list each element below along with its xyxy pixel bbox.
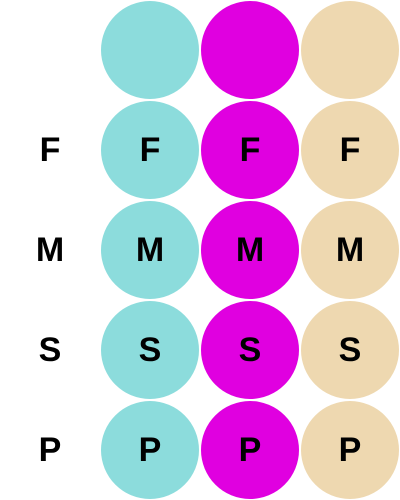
letter-circle: F bbox=[201, 101, 299, 199]
corner-blank bbox=[0, 0, 100, 100]
grid-cell: P bbox=[300, 400, 400, 500]
circle-letter: P bbox=[238, 431, 262, 469]
header-swatch-cell bbox=[100, 0, 200, 100]
letter-circle: S bbox=[101, 301, 199, 399]
row-label: M bbox=[35, 231, 65, 269]
letter-circle: S bbox=[201, 301, 299, 399]
grid-cell: F bbox=[200, 100, 300, 200]
grid-cell: F bbox=[100, 100, 200, 200]
circle-letter: P bbox=[338, 431, 362, 469]
row-label: F bbox=[39, 131, 61, 169]
grid-cell: P bbox=[100, 400, 200, 500]
row-label-cell: F bbox=[0, 100, 100, 200]
color-swatch-magenta bbox=[201, 1, 299, 99]
circle-letter: M bbox=[235, 231, 265, 269]
grid-cell: S bbox=[200, 300, 300, 400]
header-swatch-cell bbox=[300, 0, 400, 100]
circle-letter: P bbox=[138, 431, 162, 469]
grid-cell: P bbox=[200, 400, 300, 500]
row-label: P bbox=[38, 431, 62, 469]
grid-cell: M bbox=[300, 200, 400, 300]
row-label-cell: S bbox=[0, 300, 100, 400]
letter-circle: P bbox=[101, 401, 199, 499]
row-label-cell: M bbox=[0, 200, 100, 300]
letter-circle: P bbox=[301, 401, 399, 499]
letter-circle: P bbox=[201, 401, 299, 499]
color-swatch-teal bbox=[101, 1, 199, 99]
circle-letter: M bbox=[335, 231, 365, 269]
circle-letter: S bbox=[338, 331, 362, 369]
header-swatch-cell bbox=[200, 0, 300, 100]
circle-letter: F bbox=[339, 131, 361, 169]
row-label-cell: P bbox=[0, 400, 100, 500]
color-swatch-tan bbox=[301, 1, 399, 99]
grid-cell: S bbox=[300, 300, 400, 400]
grid-cell: M bbox=[100, 200, 200, 300]
letter-circle: S bbox=[301, 301, 399, 399]
circle-letter: F bbox=[239, 131, 261, 169]
circle-letter: S bbox=[138, 331, 162, 369]
grid-cell: S bbox=[100, 300, 200, 400]
letter-circle: M bbox=[301, 201, 399, 299]
row-label: S bbox=[38, 331, 62, 369]
circle-letter: S bbox=[238, 331, 262, 369]
grid-cell: F bbox=[300, 100, 400, 200]
letter-circle: M bbox=[201, 201, 299, 299]
circle-letter: F bbox=[139, 131, 161, 169]
letter-circle: F bbox=[301, 101, 399, 199]
letter-circle: F bbox=[101, 101, 199, 199]
letter-grid: F F F F M M M M S S S S P P P P bbox=[0, 0, 400, 500]
circle-letter: M bbox=[135, 231, 165, 269]
grid-cell: M bbox=[200, 200, 300, 300]
letter-circle: M bbox=[101, 201, 199, 299]
